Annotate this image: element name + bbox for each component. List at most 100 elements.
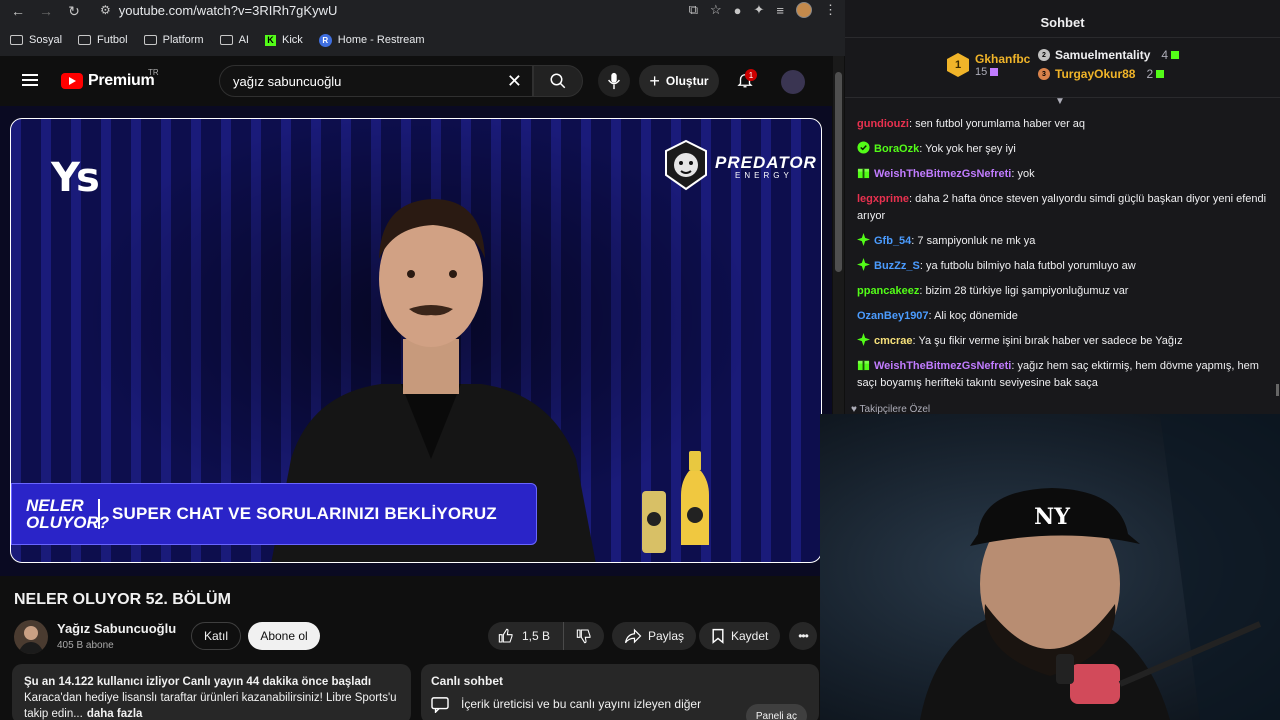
chat-username[interactable]: WeishTheBitmezGsNefreti — [874, 360, 1011, 372]
bookmark-sosyal[interactable]: Sosyal — [10, 34, 62, 46]
save-label: Kaydet — [731, 629, 769, 643]
scrollbar-thumb[interactable] — [835, 72, 842, 272]
show-more-link[interactable]: daha fazla — [87, 708, 143, 720]
folder-icon — [219, 35, 233, 45]
playlist-icon[interactable]: ≡ — [776, 3, 784, 18]
bookmark-label: Kick — [281, 34, 303, 46]
chat-text: Ya şu fikir verme işini bırak haber ver … — [918, 335, 1183, 347]
account-avatar[interactable] — [781, 70, 805, 94]
country-code: TR — [148, 68, 159, 77]
leaderboard-count: 4 — [1161, 48, 1169, 62]
install-app-icon[interactable]: ⧉ — [689, 2, 698, 18]
address-bar[interactable]: ⚙ youtube.com/watch?v=3RIRh7gKywU — [100, 0, 660, 20]
share-icon — [624, 628, 642, 644]
save-button[interactable]: Kaydet — [699, 622, 781, 650]
notification-badge: 1 — [745, 69, 757, 81]
sponsor-sub: ENERGY — [735, 171, 793, 180]
chat-icon — [431, 697, 449, 713]
followers-only-note: ♥ Takipçilere Özel — [851, 404, 931, 414]
chat-username[interactable]: legxprime — [857, 193, 909, 205]
chat-username[interactable]: gundiouzi — [857, 118, 909, 130]
channel-name[interactable]: Yağız Sabuncuoğlu — [57, 621, 176, 636]
video-player[interactable]: Ys PREDATOR ENERGY NELER OLUYOR? SUPER C… — [0, 106, 832, 576]
chat-username[interactable]: BuzZz_S — [874, 260, 920, 272]
like-button[interactable]: 1,5 B — [488, 622, 564, 650]
leaderboard-first[interactable]: 1 Gkhanfbc 15 — [947, 52, 1030, 78]
show-logo: NELER OLUYOR? — [12, 483, 109, 545]
channel-avatar[interactable] — [14, 620, 48, 654]
video-title: NELER OLUYOR 52. BÖLÜM — [14, 591, 231, 608]
folder-icon — [10, 35, 23, 45]
leaderboard-count-row: 4 — [1161, 48, 1180, 62]
rank-1-badge: 1 — [947, 53, 969, 77]
youtube-header: Premium TR yağız sabuncuoğlu ✕ + Oluştur… — [0, 56, 832, 106]
logo-text: Premium — [88, 72, 155, 89]
chat-username[interactable]: WeishTheBitmezGsNefreti — [874, 168, 1011, 180]
dislike-button[interactable] — [564, 628, 604, 644]
chat-text: yok — [1017, 168, 1035, 180]
description-box[interactable]: Şu an 14.122 kullanıcı izliyor Canlı yay… — [12, 664, 411, 720]
chat-text: bizim 28 türkiye ligi şampiyonluğumuz va… — [925, 285, 1129, 297]
reload-icon[interactable]: ↻ — [60, 1, 88, 21]
bookmark-kick[interactable]: K Kick — [264, 34, 303, 46]
bookmark-label: Futbol — [97, 34, 128, 46]
chat-username[interactable]: Gfb_54 — [874, 235, 911, 247]
search-input[interactable]: yağız sabuncuoğlu ✕ — [219, 65, 533, 97]
channel-watermark: Ys — [51, 155, 100, 201]
menu-icon[interactable] — [22, 74, 38, 86]
open-panel-button[interactable]: Paneli aç — [745, 704, 807, 720]
bookmark-ai[interactable]: AI — [219, 34, 249, 46]
leaderboard-runners: 2 Samuelmentality 4 3 TurgayOkur88 2 — [1038, 48, 1180, 81]
leaderboard-count: 2 — [1146, 67, 1154, 81]
voice-search-button[interactable] — [598, 65, 630, 97]
browser-profile-avatar[interactable] — [796, 2, 812, 18]
chat-username[interactable]: ppancakeez — [857, 285, 919, 297]
bookmark-platform[interactable]: Platform — [143, 34, 204, 46]
energy-bottle-icon — [681, 451, 709, 545]
collapse-leaderboard-icon[interactable]: ▼ — [1055, 96, 1065, 107]
chat-username[interactable]: OzanBey1907 — [857, 310, 929, 322]
clear-search-icon[interactable]: ✕ — [507, 71, 522, 92]
bookmark-label: AI — [238, 34, 249, 46]
bookmark-star-icon[interactable]: ☆ — [710, 2, 722, 18]
like-dislike-group: 1,5 B — [488, 622, 604, 650]
verified-badge-icon — [857, 141, 874, 155]
more-actions-icon[interactable]: ••• — [789, 622, 817, 650]
extensions-icon[interactable]: ✦ — [754, 2, 765, 18]
chat-text: ya futbolu bilmiyo hala futbol yorumluyo… — [925, 260, 1136, 272]
energy-can-icon — [642, 491, 666, 553]
chat-scrollbar[interactable] — [1276, 384, 1279, 396]
plus-icon: + — [649, 70, 660, 91]
leaderboard-count: 15 — [975, 66, 988, 78]
forward-icon[interactable]: → — [32, 1, 60, 21]
view-stats: Şu an 14.122 kullanıcı izliyor Canlı yay… — [24, 676, 372, 688]
leaderboard-third[interactable]: 3 TurgayOkur88 2 — [1038, 67, 1179, 81]
create-button[interactable]: + Oluştur — [639, 65, 719, 97]
youtube-logo[interactable]: Premium — [61, 72, 155, 90]
predator-lion-icon — [665, 139, 707, 191]
subscribe-button[interactable]: Abone ol — [248, 622, 320, 650]
show-logo-line1: NELER — [26, 496, 84, 515]
join-button[interactable]: Katıl — [191, 622, 241, 650]
browser-menu-icon[interactable]: ⋮ — [824, 2, 837, 18]
kick-icon: K — [264, 34, 276, 46]
chat-top-strip — [845, 0, 1280, 8]
media-icon[interactable]: ● — [734, 3, 742, 18]
chat-message: BuzZz_S: ya futbolu bilmiyo hala futbol … — [857, 258, 1269, 275]
create-label: Oluştur — [665, 74, 709, 88]
search-button[interactable] — [533, 65, 583, 97]
bookmark-futbol[interactable]: Futbol — [78, 34, 128, 46]
share-button[interactable]: Paylaş — [612, 622, 697, 650]
chat-username[interactable]: BoraOzk — [874, 143, 919, 155]
search-value: yağız sabuncuoğlu — [233, 73, 342, 89]
bookmark-restream[interactable]: R Home - Restream — [318, 33, 425, 47]
leaderboard-second[interactable]: 2 Samuelmentality 4 — [1038, 48, 1180, 62]
site-info-icon[interactable]: ⚙ — [100, 3, 111, 17]
folder-icon — [78, 35, 92, 45]
bookmark-icon — [712, 628, 724, 644]
back-icon[interactable]: ← — [4, 1, 32, 21]
leaderboard-name: Gkhanfbc — [975, 52, 1031, 66]
chat-message: Gfb_54: 7 sampiyonluk ne mk ya — [857, 233, 1269, 250]
chat-username[interactable]: cmcrae — [874, 335, 913, 347]
leaderboard-name: Samuelmentality — [1055, 48, 1151, 62]
